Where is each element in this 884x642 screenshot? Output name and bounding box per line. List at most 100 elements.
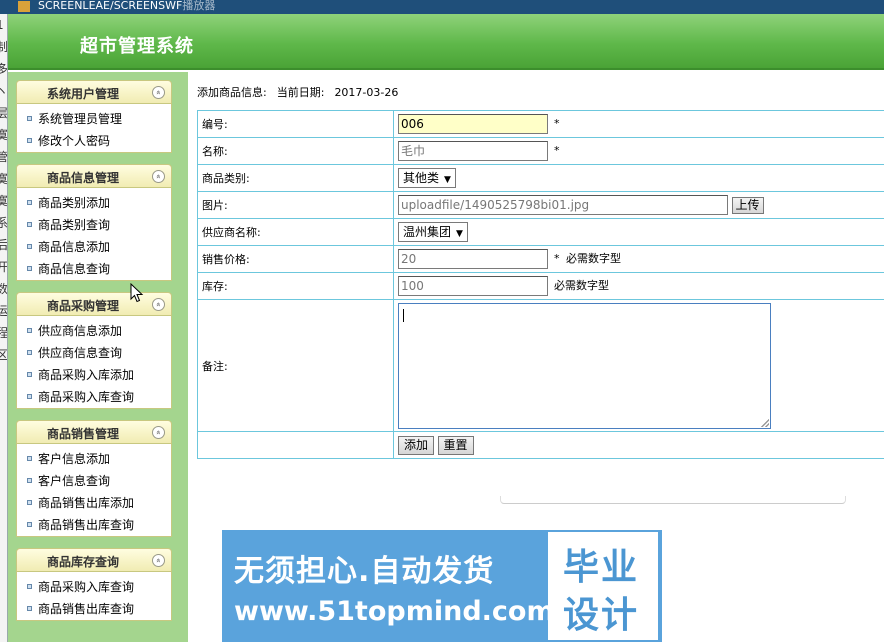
date-value: 2017-03-26: [334, 86, 399, 99]
square-bullet-icon: [27, 350, 32, 355]
square-bullet-icon: [27, 328, 32, 333]
stock-hint: 必需数字型: [554, 279, 609, 292]
collapse-up-icon[interactable]: «: [152, 170, 165, 183]
sidebar-group-header[interactable]: 商品采购管理 «: [16, 292, 172, 316]
name-label: 名称:: [197, 137, 394, 165]
content-bottom-border: [500, 496, 846, 504]
stock-label: 库存:: [197, 272, 394, 300]
collapse-up-icon[interactable]: «: [152, 298, 165, 311]
window-titlebar: SCREENLEAE/SCREENSWF播放器: [0, 0, 884, 14]
sidebar-item-change-password[interactable]: 修改个人密码: [17, 130, 171, 152]
image-path-input[interactable]: uploadfile/1490525798bi01.jpg: [398, 195, 728, 215]
date-label: 当前日期:: [276, 86, 325, 99]
watermark-line1: 无须担心.自动发货: [234, 554, 495, 589]
name-input[interactable]: 毛巾: [398, 141, 548, 161]
sidebar-group-body: 系统管理员管理 修改个人密码: [16, 104, 172, 153]
sidebar-item-purchase-query[interactable]: 商品采购入库查询: [17, 386, 171, 408]
square-bullet-icon: [27, 244, 32, 249]
sidebar-item-category-add[interactable]: 商品类别添加: [17, 192, 171, 214]
left-edge-glyph: 后: [0, 234, 7, 256]
sidebar-item-goods-add[interactable]: 商品信息添加: [17, 236, 171, 258]
sidebar-group-title: 商品销售管理: [46, 427, 119, 441]
sidebar-group-header[interactable]: 商品库存查询 «: [16, 548, 172, 572]
sidebar-group-header[interactable]: 商品信息管理 «: [16, 164, 172, 188]
form-row-name: 名称: 毛巾 *: [197, 137, 884, 165]
goods-form: 编号: 006 * 名称: 毛巾 * 商品类别: 其他类 ▼ 图片: uploadfi…: [197, 110, 884, 459]
sidebar-group-header[interactable]: 系统用户管理 «: [16, 80, 172, 104]
collapse-up-icon[interactable]: «: [152, 554, 165, 567]
form-row-actions: 添加 重置: [197, 431, 884, 459]
sidebar-item-customer-add[interactable]: 客户信息添加: [17, 448, 171, 470]
sidebar-group-title: 商品库存查询: [46, 555, 119, 569]
reset-button[interactable]: 重置: [437, 435, 474, 455]
window-title: SCREENLEAE/SCREENSWF: [38, 0, 183, 12]
caret-down-icon: ▼: [444, 175, 451, 185]
sidebar-group-users: 系统用户管理 « 系统管理员管理 修改个人密码: [16, 80, 172, 153]
left-edge-glyph: 层: [0, 102, 7, 124]
resize-grip-icon[interactable]: [761, 418, 769, 427]
square-bullet-icon: [27, 500, 32, 505]
form-row-supplier: 供应商名称: 温州集团 ▼: [197, 218, 884, 246]
form-row-remark: 备注:: [197, 299, 884, 432]
left-edge-glyph: 寞: [0, 124, 7, 146]
sidebar-group-goods: 商品信息管理 « 商品类别添加 商品类别查询 商品信息添加 商品信息查询: [16, 164, 172, 281]
sidebar-group-sales: 商品销售管理 « 客户信息添加 客户信息查询 商品销售出库添加 商品销售出库查询: [16, 420, 172, 537]
app-icon: [18, 1, 30, 12]
sidebar-item-customer-query[interactable]: 客户信息查询: [17, 470, 171, 492]
supplier-label: 供应商名称:: [197, 218, 394, 246]
sidebar-item-admin-manage[interactable]: 系统管理员管理: [17, 108, 171, 130]
square-bullet-icon: [27, 478, 32, 483]
supplier-select[interactable]: 温州集团 ▼: [398, 222, 468, 242]
caret-down-icon: ▼: [456, 229, 463, 239]
sidebar-item-supplier-add[interactable]: 供应商信息添加: [17, 320, 171, 342]
sidebar-group-body: 供应商信息添加 供应商信息查询 商品采购入库添加 商品采购入库查询: [16, 316, 172, 409]
form-row-category: 商品类别: 其他类 ▼: [197, 164, 884, 192]
left-edge-glyph: 运: [0, 300, 7, 322]
left-edge-glyph: 开: [0, 256, 7, 278]
code-input[interactable]: 006: [398, 114, 548, 134]
collapse-up-icon[interactable]: «: [152, 426, 165, 439]
sidebar-item-category-query[interactable]: 商品类别查询: [17, 214, 171, 236]
sidebar-group-header[interactable]: 商品销售管理 «: [16, 420, 172, 444]
stock-input[interactable]: 100: [398, 276, 548, 296]
price-label: 销售价格:: [197, 245, 394, 273]
category-select[interactable]: 其他类 ▼: [398, 168, 456, 188]
left-edge-window: 1制多ヽ层寞管寞寞系后开数运程区: [0, 14, 8, 642]
text-cursor: [403, 308, 404, 322]
sidebar-item-sales-add[interactable]: 商品销售出库添加: [17, 492, 171, 514]
sidebar: 系统用户管理 « 系统管理员管理 修改个人密码 商品信息管理 « 商品类别添加 …: [8, 72, 188, 642]
required-mark: *: [554, 117, 560, 130]
watermark-banner: 无须担心.自动发货 www.51topmind.com 毕业 设计: [222, 530, 662, 642]
price-input[interactable]: 20: [398, 249, 548, 269]
sidebar-item-sales-query[interactable]: 商品销售出库查询: [17, 514, 171, 536]
watermark-box-line2: 设计: [563, 595, 640, 636]
sidebar-item-goods-query[interactable]: 商品信息查询: [17, 258, 171, 280]
sidebar-group-title: 系统用户管理: [46, 87, 119, 101]
mouse-pointer-icon: [130, 283, 144, 303]
left-edge-glyph: ヽ: [0, 80, 7, 102]
watermark-line2: www.51topmind.com: [234, 596, 555, 627]
add-button[interactable]: 添加: [398, 435, 435, 455]
watermark-box: 毕业 设计: [548, 532, 658, 640]
app-title: 超市管理系统: [80, 36, 194, 57]
square-bullet-icon: [27, 394, 32, 399]
sidebar-group-title: 商品信息管理: [46, 171, 119, 185]
left-edge-glyph: 区: [0, 344, 7, 366]
upload-button[interactable]: 上传: [731, 196, 764, 214]
sidebar-item-supplier-query[interactable]: 供应商信息查询: [17, 342, 171, 364]
collapse-up-icon[interactable]: «: [152, 86, 165, 99]
left-edge-glyph: 制: [0, 36, 7, 58]
sidebar-item-purchase-add[interactable]: 商品采购入库添加: [17, 364, 171, 386]
square-bullet-icon: [27, 222, 32, 227]
sidebar-group-stock: 商品库存查询 « 商品采购入库查询 商品销售出库查询: [16, 548, 172, 621]
sidebar-group-body: 商品采购入库查询 商品销售出库查询: [16, 572, 172, 621]
remark-textarea[interactable]: [398, 302, 771, 429]
form-row-image: 图片: uploadfile/1490525798bi01.jpg 上传: [197, 191, 884, 219]
required-mark: *: [554, 144, 560, 157]
left-edge-glyph: 管: [0, 146, 7, 168]
square-bullet-icon: [27, 266, 32, 271]
sidebar-item-stock-out-query[interactable]: 商品销售出库查询: [17, 598, 171, 620]
square-bullet-icon: [27, 200, 32, 205]
sidebar-item-stock-in-query[interactable]: 商品采购入库查询: [17, 576, 171, 598]
price-hint: 必需数字型: [566, 252, 621, 265]
